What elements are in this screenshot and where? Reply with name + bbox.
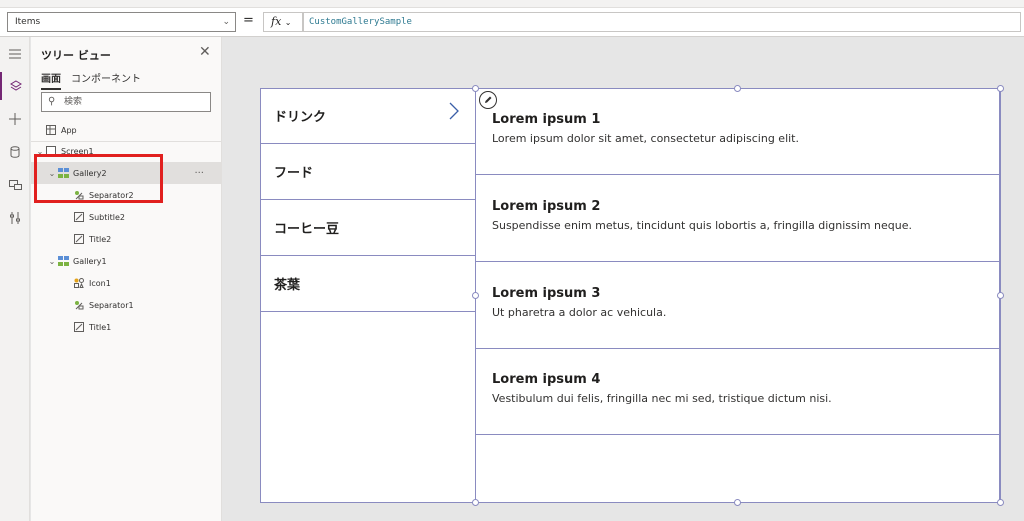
- gallery-icon: [57, 256, 69, 266]
- gallery-item-subtitle: Suspendisse enim metus, tincidunt quis l…: [492, 219, 912, 232]
- formula-bar: Items ⌄ = fx ⌄ CustomGallerySample: [0, 8, 1024, 37]
- tree-node-label: Title2: [89, 234, 112, 244]
- tab-screens[interactable]: 画面: [41, 70, 61, 90]
- category-item-coffee-beans[interactable]: コーヒー豆: [261, 200, 475, 256]
- chevron-right-icon[interactable]: [449, 102, 459, 125]
- gallery-item-subtitle: Vestibulum dui felis, fringilla nec mi s…: [492, 392, 832, 405]
- media-icon[interactable]: [0, 171, 30, 199]
- tree-node-icon1[interactable]: Icon1: [31, 272, 221, 294]
- icon-control-icon: [73, 278, 85, 288]
- hamburger-icon[interactable]: [0, 40, 30, 68]
- property-value: Items: [15, 17, 41, 27]
- resize-handle[interactable]: [734, 499, 741, 506]
- resize-handle[interactable]: [997, 292, 1004, 299]
- tree-node-title2[interactable]: Title2: [31, 228, 221, 250]
- label-icon: [73, 322, 85, 332]
- app-icon: [45, 125, 57, 135]
- resize-handle[interactable]: [472, 499, 479, 506]
- tree-node-label: Icon1: [89, 278, 111, 288]
- search-placeholder: 検索: [64, 97, 83, 107]
- tools-icon[interactable]: [0, 204, 30, 232]
- property-dropdown[interactable]: Items ⌄: [7, 12, 236, 32]
- tree-node-app[interactable]: App: [31, 119, 221, 141]
- tree-node-title1[interactable]: Title1: [31, 316, 221, 338]
- chevron-down-icon: ⌄: [284, 18, 292, 27]
- label-icon: [73, 234, 85, 244]
- tree-node-separator1[interactable]: Separator1: [31, 294, 221, 316]
- more-options-icon[interactable]: ···: [194, 168, 204, 179]
- search-icon: ⚲: [48, 96, 56, 107]
- category-item-food[interactable]: フード: [261, 144, 475, 200]
- close-icon[interactable]: ✕: [199, 44, 211, 60]
- formula-text: CustomGallerySample: [309, 17, 412, 27]
- resize-handle[interactable]: [734, 85, 741, 92]
- left-rail: [0, 37, 30, 521]
- gallery-item-title: Lorem ipsum 3: [492, 286, 601, 301]
- chevron-down-icon: ⌄: [48, 256, 56, 266]
- tree-node-label: Gallery1: [73, 256, 107, 266]
- gallery-item-title: Lorem ipsum 4: [492, 372, 601, 387]
- category-item-drink[interactable]: ドリンク: [261, 88, 475, 144]
- edit-pencil-icon[interactable]: [479, 91, 497, 109]
- category-label: フード: [274, 166, 314, 181]
- resize-handle[interactable]: [997, 499, 1004, 506]
- gallery-item[interactable]: Lorem ipsum 4 Vestibulum dui felis, frin…: [476, 348, 1000, 435]
- tree-node-label: Title1: [89, 322, 112, 332]
- plus-icon[interactable]: [0, 105, 30, 133]
- database-icon[interactable]: [0, 138, 30, 166]
- formula-input[interactable]: CustomGallerySample: [303, 12, 1021, 32]
- separator-icon: [73, 300, 85, 310]
- top-strip: [0, 0, 1024, 8]
- tree-node-subtitle2[interactable]: Subtitle2: [31, 206, 221, 228]
- resize-handle[interactable]: [472, 292, 479, 299]
- tree-node-label: App: [61, 125, 77, 135]
- category-label: ドリンク: [274, 110, 327, 125]
- highlight-annotation-box: [34, 154, 163, 203]
- tree-view-title: ツリー ビュー: [41, 49, 111, 62]
- fx-button[interactable]: fx ⌄: [263, 12, 303, 32]
- tab-components[interactable]: コンポーネント: [71, 70, 141, 90]
- resize-handle[interactable]: [997, 85, 1004, 92]
- gallery-item[interactable]: Lorem ipsum 1 Lorem ipsum dolor sit amet…: [476, 88, 1000, 175]
- tree-node-label: Separator1: [89, 300, 134, 310]
- label-icon: [73, 212, 85, 222]
- gallery-item-title: Lorem ipsum 2: [492, 199, 601, 214]
- layers-icon[interactable]: [0, 72, 30, 100]
- gallery-item[interactable]: Lorem ipsum 3 Ut pharetra a dolor ac veh…: [476, 262, 1000, 349]
- tree-view-panel: ツリー ビュー ✕ 画面 コンポーネント ⚲ 検索 App ⌄ Screen1 …: [31, 37, 222, 521]
- fx-label: fx: [271, 15, 282, 28]
- equals-sign: =: [243, 13, 254, 28]
- gallery-item-subtitle: Lorem ipsum dolor sit amet, consectetur …: [492, 132, 799, 145]
- category-item-tea-leaves[interactable]: 茶葉: [261, 256, 475, 312]
- tree-node-label: Subtitle2: [89, 212, 125, 222]
- gallery-item[interactable]: Lorem ipsum 2 Suspendisse enim metus, ti…: [476, 175, 1000, 262]
- tree-node-gallery1[interactable]: ⌄ Gallery1: [31, 250, 221, 272]
- tree-tabs: 画面 コンポーネント: [41, 70, 141, 90]
- resize-handle[interactable]: [472, 85, 479, 92]
- category-label: 茶葉: [274, 278, 301, 293]
- gallery-item-title: Lorem ipsum 1: [492, 112, 601, 127]
- chevron-down-icon: ⌄: [222, 17, 230, 27]
- gallery-item-subtitle: Ut pharetra a dolor ac vehicula.: [492, 306, 667, 319]
- category-label: コーヒー豆: [274, 222, 340, 237]
- search-input[interactable]: ⚲ 検索: [41, 92, 211, 112]
